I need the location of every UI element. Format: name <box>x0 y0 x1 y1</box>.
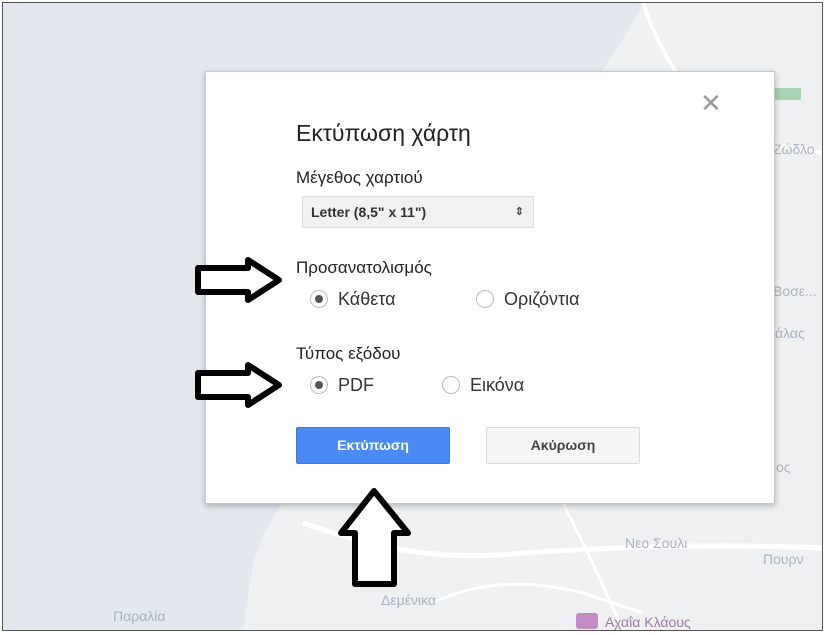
screenshot-frame: Ζώδλο Βοσε... άλας ος Νεο Σουλι Πουρν Πα… <box>2 2 823 631</box>
annotation-layer <box>195 257 411 587</box>
right-arrow-icon <box>195 257 282 303</box>
right-arrow-icon <box>195 362 282 408</box>
up-arrow-icon <box>338 488 411 587</box>
